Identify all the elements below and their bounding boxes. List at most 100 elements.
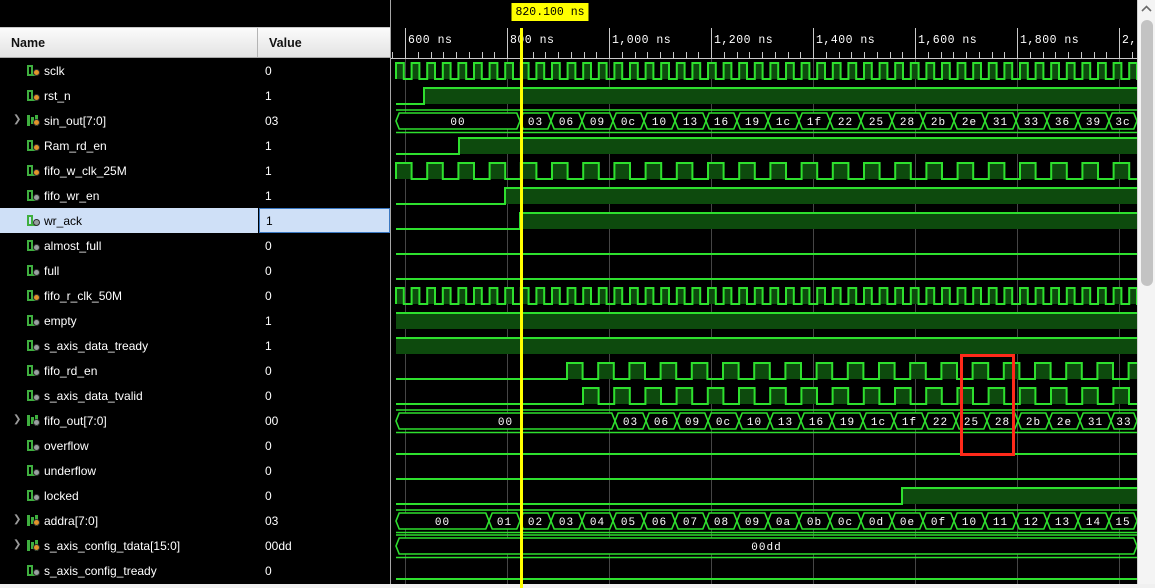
- signal-value-cell[interactable]: 0: [259, 233, 390, 258]
- signal-row[interactable]: fifo_r_clk_50M 0: [0, 283, 391, 308]
- column-header-value[interactable]: Value: [258, 28, 390, 57]
- bus-signal-icon: [27, 413, 42, 428]
- port-direction-dot: [33, 469, 40, 476]
- column-header-name[interactable]: Name: [0, 28, 258, 57]
- ruler-minor-tick: [494, 52, 496, 59]
- signal-name-cell[interactable]: s_axis_config_tready: [0, 558, 258, 583]
- signal-value-cell[interactable]: 00dd: [259, 533, 390, 558]
- signal-name-cell[interactable]: fifo_out[7:0]: [0, 408, 258, 433]
- signal-name-cell[interactable]: fifo_rd_en: [0, 358, 258, 383]
- signal-name-cell[interactable]: overflow: [0, 433, 258, 458]
- signal-name-cell[interactable]: s_axis_data_tready: [0, 333, 258, 358]
- signal-row[interactable]: fifo_rd_en 0: [0, 358, 391, 383]
- signal-name-cell[interactable]: rst_n: [0, 83, 258, 108]
- signal-row[interactable]: s_axis_config_tready 0: [0, 558, 391, 583]
- signal-name-cell[interactable]: sin_out[7:0]: [0, 108, 258, 133]
- waveform-row: [391, 234, 1137, 259]
- signal-value-cell[interactable]: 1: [259, 333, 390, 358]
- signal-value-cell[interactable]: 1: [259, 308, 390, 333]
- svg-text:12: 12: [1024, 517, 1039, 529]
- signal-name-cell[interactable]: fifo_w_clk_25M: [0, 158, 258, 183]
- ruler-minor-tick: [940, 52, 942, 59]
- signal-name-cell[interactable]: wr_ack: [0, 208, 258, 233]
- signal-value-cell[interactable]: 1: [259, 133, 390, 158]
- signal-name-cell[interactable]: fifo_r_clk_50M: [0, 283, 258, 308]
- svg-text:2e: 2e: [962, 117, 977, 129]
- signal-value-cell[interactable]: 0: [259, 258, 390, 283]
- signal-value-cell[interactable]: 0: [259, 383, 390, 408]
- signal-value-cell[interactable]: 1: [259, 158, 390, 183]
- signal-value-cell[interactable]: 00: [259, 408, 390, 433]
- signal-value-cell[interactable]: 0: [259, 558, 390, 583]
- signal-row[interactable]: locked 0: [0, 483, 391, 508]
- signal-row[interactable]: almost_full 0: [0, 233, 391, 258]
- signal-row[interactable]: full 0: [0, 258, 391, 283]
- signal-name-cell[interactable]: locked: [0, 483, 258, 508]
- ruler-minor-tick: [864, 52, 865, 59]
- signal-name-label: s_axis_config_tdata[15:0]: [44, 538, 181, 553]
- signal-name-label: s_axis_data_tready: [44, 338, 149, 353]
- signal-name-cell[interactable]: underflow: [0, 458, 258, 483]
- signal-name-cell[interactable]: sclk: [0, 58, 258, 83]
- signal-value-cell[interactable]: 03: [259, 508, 390, 533]
- ruler-major-tick: [711, 28, 712, 59]
- signal-value-cell[interactable]: 0: [259, 433, 390, 458]
- signal-row[interactable]: rst_n 1: [0, 83, 391, 108]
- signal-row[interactable]: empty 1: [0, 308, 391, 333]
- svg-text:22: 22: [838, 117, 853, 129]
- signal-row[interactable]: sclk 0: [0, 58, 391, 83]
- ruler-major-tick: [609, 28, 610, 59]
- signal-row[interactable]: fifo_wr_en 1: [0, 183, 391, 208]
- signal-row[interactable]: underflow 0: [0, 458, 391, 483]
- signal-name-cell[interactable]: empty: [0, 308, 258, 333]
- signal-row[interactable]: s_axis_config_tdata[15:0] 00dd: [0, 533, 391, 558]
- ruler-minor-tick: [1106, 52, 1108, 59]
- waveform-row: [391, 559, 1137, 584]
- signal-row[interactable]: Ram_rd_en 1: [0, 133, 391, 158]
- time-cursor[interactable]: [520, 28, 523, 588]
- bit-signal-icon: [27, 188, 42, 203]
- svg-text:13: 13: [1055, 517, 1070, 529]
- scroll-up-icon[interactable]: [1138, 0, 1155, 17]
- signal-value-cell[interactable]: 03: [259, 108, 390, 133]
- signal-name-label: fifo_r_clk_50M: [44, 288, 123, 303]
- signal-row[interactable]: s_axis_data_tready 1: [0, 333, 391, 358]
- svg-text:19: 19: [840, 417, 855, 429]
- signal-row[interactable]: s_axis_data_tvalid 0: [0, 383, 391, 408]
- signal-row[interactable]: fifo_w_clk_25M 1: [0, 158, 391, 183]
- signal-name-cell[interactable]: addra[7:0]: [0, 508, 258, 533]
- signal-name-cell[interactable]: full: [0, 258, 258, 283]
- signal-value-cell[interactable]: 0: [259, 458, 390, 483]
- signal-value-cell[interactable]: 1: [259, 183, 390, 208]
- signal-name-label: rst_n: [44, 88, 71, 103]
- svg-text:1c: 1c: [871, 417, 886, 429]
- signal-name-label: overflow: [44, 438, 89, 453]
- signal-row[interactable]: addra[7:0] 03: [0, 508, 391, 533]
- bus-signal-icon: [27, 513, 42, 528]
- signal-value-cell[interactable]: 0: [259, 358, 390, 383]
- bit-signal-icon: [27, 63, 42, 78]
- ruler-minor-tick: [1055, 52, 1057, 59]
- signal-value-cell[interactable]: 0: [259, 58, 390, 83]
- ruler-minor-tick: [800, 52, 802, 59]
- signal-value-cell[interactable]: 1: [259, 208, 390, 233]
- svg-text:28: 28: [900, 117, 915, 129]
- ruler-tick-label: 1,600 ns: [918, 34, 978, 47]
- vertical-scrollbar[interactable]: [1137, 0, 1155, 588]
- signal-name-cell[interactable]: Ram_rd_en: [0, 133, 258, 158]
- signal-row[interactable]: overflow 0: [0, 433, 391, 458]
- signal-value-cell[interactable]: 0: [259, 483, 390, 508]
- signal-name-cell[interactable]: s_axis_data_tvalid: [0, 383, 258, 408]
- scrollbar-thumb[interactable]: [1141, 20, 1153, 286]
- signal-row[interactable]: fifo_out[7:0] 00: [0, 408, 391, 433]
- signal-value-cell[interactable]: 1: [259, 83, 390, 108]
- waveform-canvas[interactable]: 600 ns 800 ns 1,000 ns 1,200 ns 1,400 ns 1,60…: [391, 0, 1137, 588]
- time-ruler[interactable]: 600 ns 800 ns 1,000 ns 1,200 ns 1,400 ns 1,60…: [391, 28, 1137, 59]
- signal-row[interactable]: sin_out[7:0] 03: [0, 108, 391, 133]
- signal-name-cell[interactable]: s_axis_config_tdata[15:0]: [0, 533, 258, 558]
- signal-name-cell[interactable]: fifo_wr_en: [0, 183, 258, 208]
- signal-row[interactable]: wr_ack 1: [0, 208, 391, 233]
- signal-name-cell[interactable]: almost_full: [0, 233, 258, 258]
- svg-text:06: 06: [559, 117, 574, 129]
- signal-value-cell[interactable]: 0: [259, 283, 390, 308]
